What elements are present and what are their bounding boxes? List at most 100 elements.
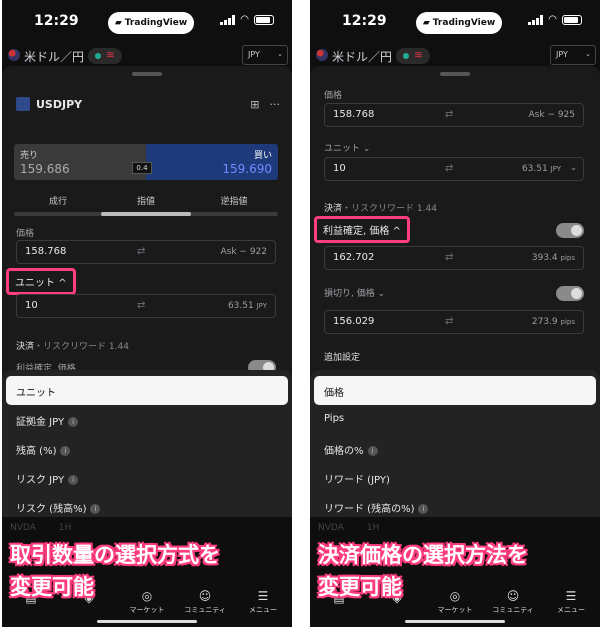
flag-icon <box>316 49 328 61</box>
header-actions: ⊞ ··· <box>250 98 280 111</box>
community-icon: ☺ <box>506 589 520 603</box>
compass-icon: ◎ <box>449 589 461 603</box>
advanced-settings[interactable]: 追加設定 <box>324 350 360 363</box>
menu-icon: ☰ <box>565 589 577 603</box>
take-profit-mode-button[interactable]: 利益確定, 価格 ^ <box>314 216 410 243</box>
nav-menu[interactable]: ☰ メニュー <box>543 589 599 615</box>
swap-icon[interactable]: ⇄ <box>137 300 145 311</box>
market-open-dot-icon <box>95 53 102 59</box>
caption-line-1: 決済価格の選択方法を <box>318 543 528 567</box>
option-price-percent[interactable]: 価格の% i <box>314 434 596 463</box>
nav-menu[interactable]: ☰ メニュー <box>235 589 291 615</box>
market-open-dot-icon <box>403 53 410 59</box>
settlement-section: 決済・リスクリワード 1.44 <box>16 342 129 352</box>
tab-indicator <box>14 212 278 216</box>
sell-button[interactable]: 売り 159.686 <box>14 144 146 180</box>
nav-community[interactable]: ☺ コミュニティ <box>177 589 233 615</box>
swap-icon[interactable]: ⇄ <box>445 163 453 174</box>
nav-market[interactable]: ◎ マーケット <box>119 589 175 615</box>
info-icon: i <box>367 446 378 456</box>
symbol-row: 米ドル／円 ≋ JPY ⌄ <box>310 45 600 67</box>
market-status-badge[interactable]: ≋ <box>88 48 122 64</box>
info-icon: i <box>418 504 429 514</box>
chevron-up-icon: ^ <box>58 278 67 289</box>
order-ticker: USDJPY <box>36 98 83 111</box>
buy-button[interactable]: 買い 159.690 <box>146 144 278 180</box>
market-status-badge[interactable]: ≋ <box>396 48 430 64</box>
chevron-down-icon: ⌄ <box>277 50 283 58</box>
battery-icon <box>562 14 582 25</box>
tradingview-logo-icon: ▰ <box>422 18 430 28</box>
nav-community[interactable]: ☺ コミュニティ <box>485 589 541 615</box>
swap-icon[interactable]: ⇄ <box>445 316 453 327</box>
battery-icon <box>254 14 274 25</box>
option-price[interactable]: 価格 <box>314 376 596 405</box>
system-icons: ◠ <box>220 14 274 25</box>
caption-line-1: 取引数量の選択方式を <box>10 543 220 567</box>
ghost-watchlist: NVDA 1H <box>318 523 380 533</box>
price-label: 価格 <box>324 91 343 101</box>
sheet-handle[interactable] <box>132 72 162 76</box>
info-icon: i <box>68 475 79 485</box>
price-input[interactable]: 158.768 ⇄ Ask − 925 <box>324 103 584 127</box>
option-reward-jpy[interactable]: リワード (JPY) <box>314 463 596 492</box>
compass-icon: ◎ <box>141 589 153 603</box>
unit-input[interactable]: 10 ⇄ 63.51 JPY ⌄ <box>324 157 584 181</box>
menu-icon: ☰ <box>257 589 269 603</box>
sell-label: 売り <box>20 151 39 161</box>
info-icon: i <box>60 446 71 456</box>
caption-line-2: 変更可能 <box>10 575 94 599</box>
chevron-down-icon[interactable]: ⌄ <box>570 163 577 172</box>
flag-icon <box>8 49 20 61</box>
info-icon: i <box>90 504 101 514</box>
symbol-name[interactable]: 米ドル／円 <box>24 48 84 65</box>
swap-icon[interactable]: ⇄ <box>137 246 145 257</box>
unit-input[interactable]: 10 ⇄ 63.51 JPY <box>16 294 276 318</box>
stop-loss-input[interactable]: 156.029 ⇄ 273.9 pips <box>324 310 584 334</box>
option-risk-jpy[interactable]: リスク JPY i <box>6 463 288 492</box>
unit-label[interactable]: ユニット ⌄ <box>324 141 370 154</box>
wifi-icon: ◠ <box>548 14 557 25</box>
currency-select[interactable]: JPY ⌄ <box>550 45 596 65</box>
stop-loss-toggle[interactable] <box>556 286 584 301</box>
option-margin[interactable]: 証拠金 JPY i <box>6 405 288 434</box>
info-icon: i <box>68 417 79 427</box>
more-icon[interactable]: ··· <box>270 98 281 111</box>
unit-mode-dropdown: ユニット 証拠金 JPY i 残高 (%) i リスク JPY i リスク (残高%)… <box>2 370 292 530</box>
wifi-icon: ◠ <box>240 14 249 25</box>
take-profit-mode-dropdown: 価格 Pips 価格の% i リワード (JPY) リワード (残高の%) i <box>310 370 600 530</box>
chevron-down-icon: ⌄ <box>585 50 591 58</box>
tradingview-badge: ▰ TradingView <box>416 12 502 34</box>
chevron-up-icon: ^ <box>392 226 401 237</box>
wave-icon: ≋ <box>414 50 423 61</box>
settlement-section: 決済・リスクリワード 1.44 <box>324 204 437 214</box>
swap-icon[interactable]: ⇄ <box>445 252 453 263</box>
stop-loss-label[interactable]: 損切り, 価格 ⌄ <box>324 286 385 299</box>
take-profit-input[interactable]: 162.702 ⇄ 393.4 pips <box>324 246 584 270</box>
buy-price: 159.690 <box>222 162 272 176</box>
signal-icon <box>220 14 236 25</box>
option-units[interactable]: ユニット <box>6 376 288 405</box>
brand-name: TradingView <box>124 18 188 28</box>
ghost-watchlist: NVDA 1H <box>10 523 72 533</box>
buy-label: 買い <box>253 151 272 161</box>
status-bar: 12:29 ▰ TradingView ◠ <box>310 0 600 40</box>
status-bar: 12:29 ▰ TradingView ◠ <box>2 0 292 40</box>
swap-icon[interactable]: ⇄ <box>445 109 453 120</box>
unit-mode-button[interactable]: ユニット ^ <box>6 268 76 295</box>
symbol-row: 米ドル／円 ≋ JPY ⌄ <box>2 45 292 67</box>
price-input[interactable]: 158.768 ⇄ Ask − 922 <box>16 240 276 264</box>
spread-badge: 0.4 <box>132 162 152 174</box>
nav-market[interactable]: ◎ マーケット <box>427 589 483 615</box>
right-screenshot: 12:29 ▰ TradingView ◠ 米ドル／円 ≋ JPY ⌄ 価格 1… <box>310 0 600 627</box>
option-pips[interactable]: Pips <box>314 405 596 434</box>
option-balance-percent[interactable]: 残高 (%) i <box>6 434 288 463</box>
symbol-name[interactable]: 米ドル／円 <box>332 48 392 65</box>
take-profit-toggle[interactable] <box>556 223 584 238</box>
clock: 12:29 <box>34 13 79 29</box>
grid-add-icon[interactable]: ⊞ <box>250 98 259 111</box>
signal-icon <box>528 14 544 25</box>
sheet-handle[interactable] <box>440 72 470 76</box>
home-indicator <box>97 620 197 623</box>
currency-select[interactable]: JPY ⌄ <box>242 45 288 65</box>
